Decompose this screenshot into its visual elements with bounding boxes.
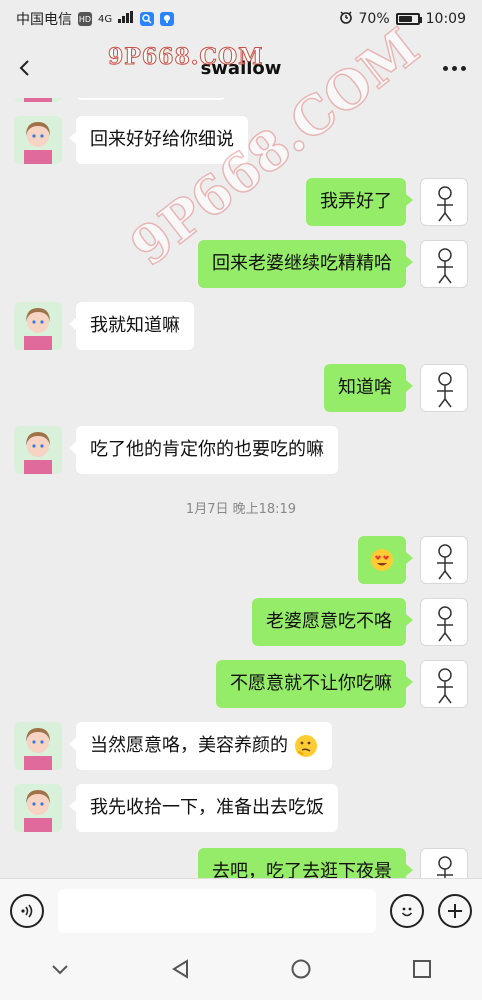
contact-avatar[interactable] [14,784,62,832]
add-button[interactable] [438,893,472,928]
my-avatar[interactable] [420,660,468,708]
alarm-icon [339,10,353,28]
nav-home-button[interactable] [290,958,312,984]
my-avatar[interactable] [420,240,468,288]
message-text: 当然愿意咯，美容养颜的 [90,735,288,756]
system-nav-bar [0,942,482,1000]
contact-avatar[interactable] [14,116,62,164]
thinking-emoji [294,735,317,757]
carrier-label: 中国电信 [16,12,72,28]
timestamp: 1月7日 晚上18:19 [185,502,297,517]
my-avatar[interactable] [420,364,468,412]
network-label: 4G [98,13,113,25]
my-avatar[interactable] [420,178,468,226]
voice-icon [21,903,33,918]
hd-icon: HD [78,12,92,26]
triangle-back-icon [171,959,188,979]
message-bubble[interactable] [358,536,413,584]
input-bar [0,878,482,942]
contact-avatar[interactable] [14,98,62,102]
message-bubble[interactable]: 知道啥 [324,364,413,412]
contact-avatar[interactable] [14,426,62,474]
lightbulb-app-icon [160,12,175,26]
signal-icon [118,11,134,27]
contact-avatar[interactable] [14,302,62,350]
my-avatar[interactable] [420,598,468,646]
clock: 10:09 [425,11,466,27]
nav-collapse-button[interactable] [49,958,71,984]
message-bubble[interactable]: 不愿意就不让你吃嘛 [216,660,413,708]
my-avatar[interactable] [420,848,468,878]
battery-fill [398,16,412,22]
square-recents-icon [412,960,431,978]
emoji-button[interactable] [390,893,424,928]
circle-home-icon [291,959,311,979]
message-bubble[interactable]: 我弄好了 [306,178,413,226]
voice-button[interactable] [10,893,44,928]
message-bubble[interactable]: 当然愿意咯，美容养颜的 [69,722,332,770]
plus-icon [448,903,462,918]
contact-avatar[interactable] [14,722,62,770]
my-avatar[interactable] [420,536,468,584]
message-bubble[interactable]: 老婆愿意吃不咯 [252,598,413,646]
nav-recents-button[interactable] [411,958,433,984]
battery-icon [395,13,422,25]
smiley-icon [401,907,413,916]
status-bar: 中国电信 HD 4G 70% 10:09 [0,0,482,38]
watermark-top: 9P668.COM [107,44,264,71]
chevron-down-icon [52,965,68,975]
message-bubble-partial [76,98,226,100]
search-app-icon [140,12,155,26]
chat-area[interactable]: 回来好好给你细说 我弄好了 回来老婆继续吃精精哈 我就知道嘛 知道啥 吃了他的肯… [0,98,482,878]
message-bubble[interactable]: 回来老婆继续吃精精哈 [198,240,413,288]
nav-back-button[interactable] [170,958,192,984]
message-input[interactable] [58,888,376,933]
message-bubble[interactable]: 去吧，吃了去逛下夜景 [198,848,413,878]
message-bubble[interactable]: 我先收拾一下，准备出去吃饭 [69,784,338,832]
message-bubble[interactable]: 吃了他的肯定你的也要吃的嘛 [69,426,338,474]
heart-eyes-emoji [371,549,393,571]
message-bubble[interactable]: 我就知道嘛 [69,302,194,350]
